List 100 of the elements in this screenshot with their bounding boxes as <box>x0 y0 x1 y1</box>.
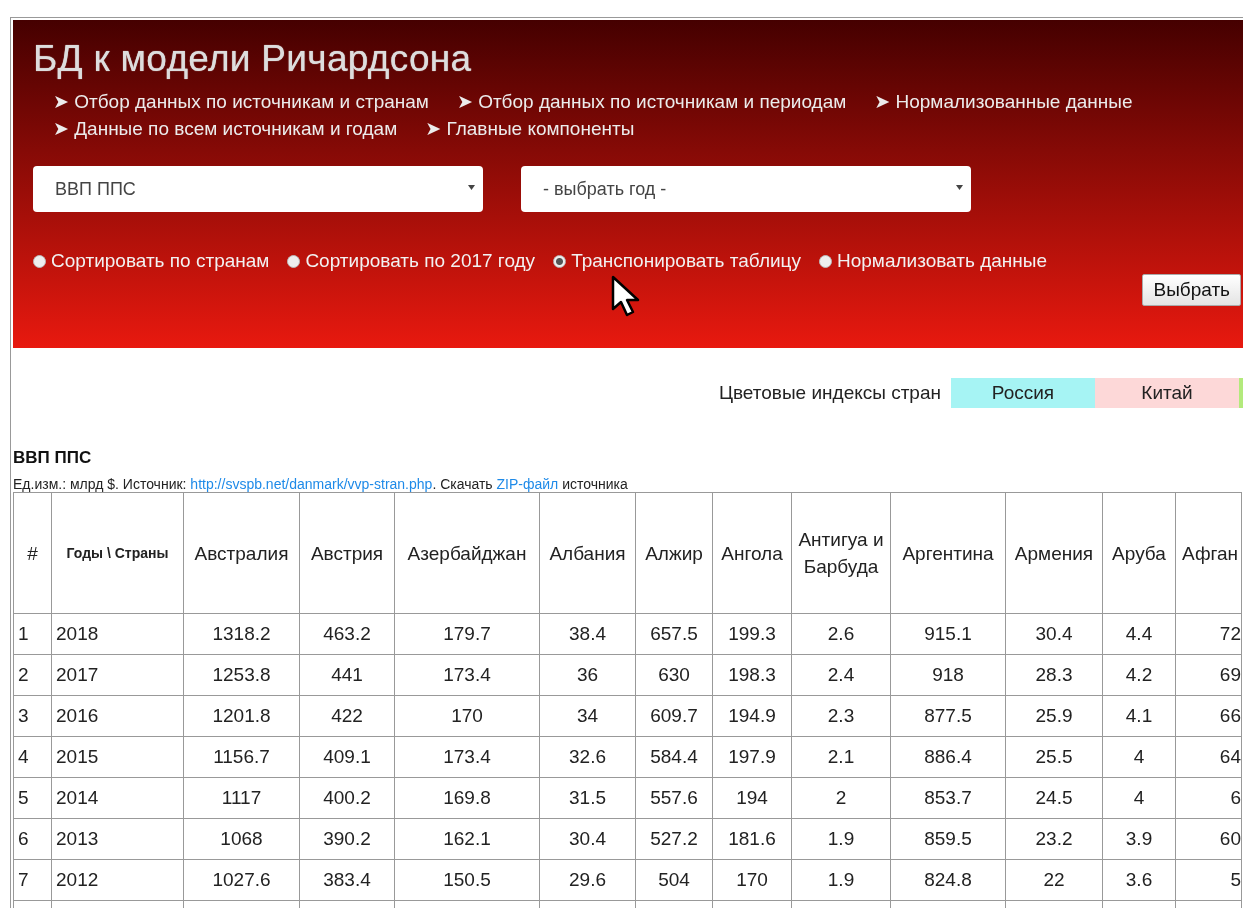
table-cell: 198.3 <box>712 654 792 696</box>
table-cell: 25.5 <box>1005 736 1103 778</box>
color-swatch: Китай <box>1095 378 1239 408</box>
dropdown[interactable]: - выбрать год - <box>521 166 971 212</box>
nav-link[interactable]: ➤ Отбор данных по источникам и периодам <box>456 90 847 113</box>
table-cell: 2012 <box>51 859 184 901</box>
table-cell: 2018 <box>51 613 184 655</box>
table-cell: 6 <box>13 818 52 860</box>
page-title: БД к модели Ричардсона <box>33 38 473 80</box>
table-cell: 4 <box>1102 777 1176 819</box>
table-cell: 197.9 <box>712 736 792 778</box>
caret-icon <box>468 184 475 190</box>
source-note: Ед.изм.: млрд $. Источник: http://svspb.net/danmark/vvp-stran.php. Скачать ZIP-файл источника <box>13 476 629 492</box>
column-header: Антигуа и Барбуда <box>791 492 891 614</box>
table-cell: 34 <box>539 695 636 737</box>
table-cell: 2013 <box>51 818 184 860</box>
radio-button[interactable] <box>287 254 301 268</box>
table-cell: 6 <box>1175 777 1242 819</box>
table-cell: 3.6 <box>1102 859 1176 901</box>
table-cell: 30.4 <box>1005 613 1103 655</box>
legend-label: Цветовые индексы стран <box>718 382 941 404</box>
table-cell: 28.3 <box>1005 654 1103 696</box>
caret-icon <box>956 184 963 190</box>
table-cell: 504 <box>635 859 713 901</box>
table-cell: 463.2 <box>299 613 395 655</box>
dropdown[interactable]: ВВП ППС <box>33 166 483 212</box>
table-cell: 1201.8 <box>183 695 300 737</box>
table-cell: 4.4 <box>1102 613 1176 655</box>
radio-button[interactable] <box>33 254 46 268</box>
table-cell: 657.5 <box>635 613 713 655</box>
table-cell: 630 <box>635 654 713 696</box>
column-header: Годы \ Страны <box>51 492 184 614</box>
table-cell: 853.7 <box>890 777 1006 819</box>
table-cell: 1253.8 <box>183 654 300 696</box>
table-cell: 2.4 <box>791 654 891 696</box>
table-cell: 169.8 <box>394 777 540 819</box>
table-cell: 60 <box>1175 818 1242 860</box>
nav-link[interactable]: ➤ Отбор данных по источникам и странам <box>53 90 429 113</box>
table-cell: 886.4 <box>890 736 1006 778</box>
table-cell: 38.4 <box>539 613 636 655</box>
table-cell: 1068 <box>183 818 300 860</box>
table-cell: 64 <box>1175 736 1242 778</box>
select-button[interactable]: Выбрать <box>1142 274 1241 306</box>
table-cell: 441 <box>299 654 395 696</box>
table-cell: 22 <box>1005 859 1103 901</box>
radio-button[interactable] <box>818 254 832 268</box>
table-cell: 400.2 <box>299 777 395 819</box>
column-header: Аргентина <box>890 492 1006 614</box>
table-cell: 877.5 <box>890 695 1006 737</box>
table-cell: 1117 <box>183 777 300 819</box>
table-cell: 3 <box>13 695 52 737</box>
table-cell: 3.9 <box>1102 818 1176 860</box>
nav-link[interactable]: ➤ Главные компоненты <box>425 117 635 140</box>
table-cell: 4 <box>1102 736 1176 778</box>
table-cell: 1.9 <box>791 818 891 860</box>
column-header: Австралия <box>183 492 300 614</box>
radio-option[interactable]: Сортировать по 2017 году <box>287 250 536 272</box>
table-cell: 824.8 <box>890 859 1006 901</box>
radio-option[interactable]: Сортировать по странам <box>33 250 270 272</box>
radio-button[interactable] <box>553 254 567 268</box>
table-cell: 918 <box>890 654 1006 696</box>
table-cell: 4.2 <box>1102 654 1176 696</box>
column-header: Азербайджан <box>394 492 540 614</box>
table-cell: 194.9 <box>712 695 792 737</box>
table-cell: 170 <box>712 859 792 901</box>
table-cell: 24.5 <box>1005 777 1103 819</box>
mouse-cursor-icon <box>611 275 641 317</box>
column-header: Албания <box>539 492 636 614</box>
table-cell: 1156.7 <box>183 736 300 778</box>
table-cell: 4 <box>13 736 52 778</box>
radio-option[interactable]: Транспонировать таблицу <box>553 250 801 272</box>
table-cell: 173.4 <box>394 654 540 696</box>
table-cell: 527.2 <box>635 818 713 860</box>
table-cell: 66 <box>1175 695 1242 737</box>
dataset-title: ВВП ППС <box>13 448 93 468</box>
nav-link[interactable]: ➤ Данные по всем источникам и годам <box>53 117 398 140</box>
table-cell: 150.5 <box>394 859 540 901</box>
column-header: Афган <box>1175 492 1242 614</box>
table-cell: 409.1 <box>299 736 395 778</box>
zip-link[interactable]: ZIP-файл <box>496 476 559 492</box>
table-cell: 2014 <box>51 777 184 819</box>
table-cell: 173.4 <box>394 736 540 778</box>
table-cell: 390.2 <box>299 818 395 860</box>
table-cell: 859.5 <box>890 818 1006 860</box>
nav-link[interactable]: ➤ Нормализованные данные <box>874 90 1133 113</box>
table-cell: 1 <box>13 613 52 655</box>
table-cell: 72 <box>1175 613 1242 655</box>
table-cell: 609.7 <box>635 695 713 737</box>
table-cell: 2 <box>791 777 891 819</box>
table-cell: 422 <box>299 695 395 737</box>
table-cell: 7 <box>13 859 52 901</box>
color-swatch: Россия <box>951 378 1095 408</box>
table-cell: 2.3 <box>791 695 891 737</box>
column-header: Армения <box>1005 492 1103 614</box>
table-cell: 31.5 <box>539 777 636 819</box>
table-cell: 383.4 <box>299 859 395 901</box>
radio-option[interactable]: Нормализовать данные <box>818 250 1047 272</box>
table-cell: 1027.6 <box>183 859 300 901</box>
table-cell: 32.6 <box>539 736 636 778</box>
table-cell: 5 <box>13 777 52 819</box>
